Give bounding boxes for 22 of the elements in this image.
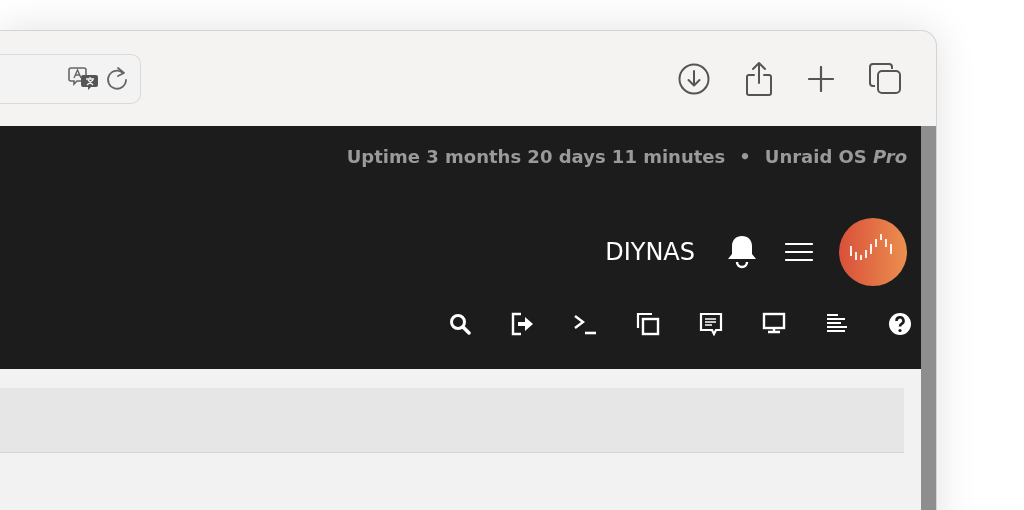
chat-icon[interactable] (699, 312, 723, 336)
monitor-icon[interactable] (762, 312, 786, 336)
share-icon[interactable] (744, 60, 774, 97)
translate-icon[interactable] (68, 65, 100, 92)
edition-text: Unraid OS Pro (764, 145, 907, 167)
help-icon[interactable] (888, 312, 912, 336)
download-icon[interactable] (678, 62, 710, 95)
search-icon[interactable] (449, 313, 471, 335)
separator-dot: • (739, 145, 751, 167)
uptime-text: Uptime 3 months 20 days 11 minutes (346, 145, 726, 167)
tabs-icon[interactable] (868, 61, 902, 96)
reload-icon[interactable] (106, 65, 130, 92)
plus-icon[interactable] (808, 65, 834, 92)
logo-icon[interactable] (839, 218, 907, 286)
menu-icon[interactable] (785, 242, 813, 262)
scrollbar[interactable] (921, 126, 936, 510)
windows-icon[interactable] (636, 312, 660, 336)
terminal-icon[interactable] (573, 312, 597, 336)
bell-icon[interactable] (725, 234, 759, 270)
logout-icon[interactable] (510, 312, 534, 336)
address-field[interactable] (0, 53, 141, 104)
server-name: DIYNAS (605, 238, 695, 266)
